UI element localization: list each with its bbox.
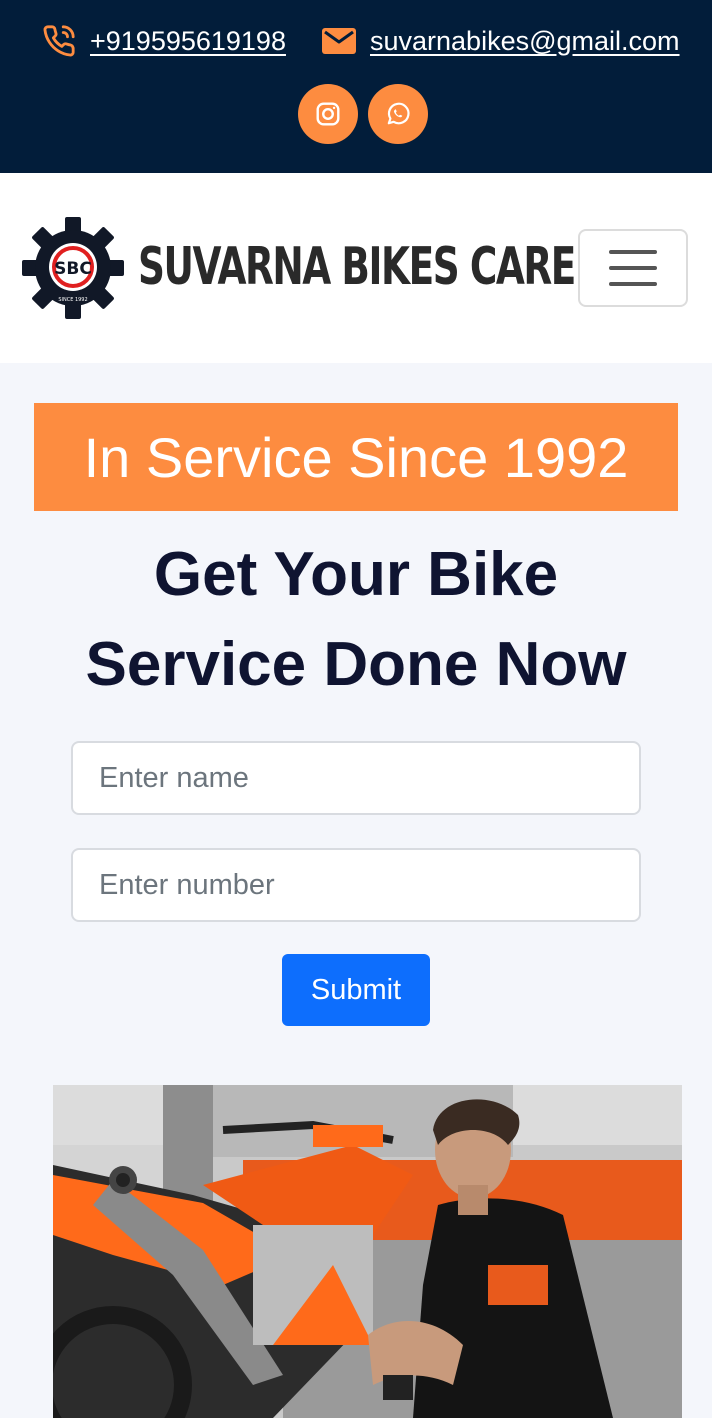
page-headline: Get Your Bike Service Done Now bbox=[30, 530, 682, 710]
gear-logo: SBC SINCE 1992 bbox=[22, 217, 124, 319]
logo-monogram: SBC bbox=[54, 259, 92, 279]
email-link[interactable]: suvarnabikes@gmail.com bbox=[370, 26, 680, 57]
logo-since: SINCE 1992 bbox=[58, 297, 87, 303]
phone-contact: +919595619198 bbox=[42, 18, 286, 64]
instagram-button[interactable] bbox=[298, 84, 358, 144]
top-contact-bar: +919595619198 suvarnabikes@gmail.com bbox=[0, 0, 712, 173]
whatsapp-button[interactable] bbox=[368, 84, 428, 144]
hamburger-icon-line bbox=[609, 266, 657, 270]
main-navbar: SBC SINCE 1992 SUVARNA BIKES CARE bbox=[0, 173, 712, 363]
since-banner: In Service Since 1992 bbox=[34, 403, 678, 511]
number-input[interactable] bbox=[71, 848, 641, 922]
instagram-icon bbox=[316, 102, 340, 126]
headline-line-2: Service Done Now bbox=[85, 630, 627, 699]
menu-toggle-button[interactable] bbox=[578, 229, 688, 307]
hamburger-icon-line bbox=[609, 282, 657, 286]
submit-button[interactable]: Submit bbox=[282, 954, 430, 1026]
mail-icon bbox=[322, 28, 356, 54]
hamburger-icon-line bbox=[609, 250, 657, 254]
phone-link[interactable]: +919595619198 bbox=[90, 26, 286, 57]
email-contact: suvarnabikes@gmail.com bbox=[322, 18, 680, 64]
headline-line-1: Get Your Bike bbox=[153, 540, 559, 609]
whatsapp-icon bbox=[387, 102, 410, 125]
phone-icon bbox=[43, 25, 75, 57]
brand-name: SUVARNA BIKES CARE bbox=[138, 237, 576, 297]
mechanic-bike-photo bbox=[53, 1085, 682, 1418]
contact-row: +919595619198 suvarnabikes@gmail.com bbox=[0, 18, 712, 64]
name-input[interactable] bbox=[71, 741, 641, 815]
mechanic-bike-illustration bbox=[53, 1085, 682, 1418]
